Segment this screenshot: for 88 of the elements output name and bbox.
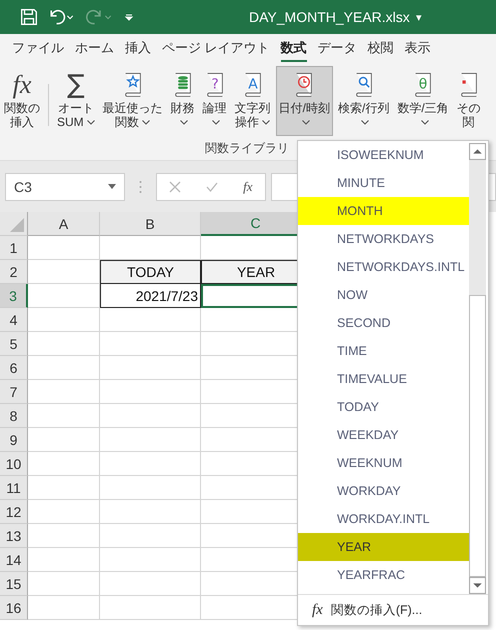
row-header[interactable]: 3: [0, 284, 28, 308]
menu-item[interactable]: TIMEVALUE: [298, 365, 469, 393]
row-header[interactable]: 13: [0, 524, 28, 548]
table-cell: [28, 332, 100, 356]
menu-item[interactable]: WEEKNUM: [298, 449, 469, 477]
scroll-thumb[interactable]: [469, 295, 486, 577]
row-header[interactable]: 8: [0, 404, 28, 428]
save-icon[interactable]: [20, 8, 38, 26]
ribbon-button[interactable]: 検索/行列: [335, 66, 392, 136]
row-header[interactable]: 11: [0, 476, 28, 500]
menu-item[interactable]: MINUTE: [298, 169, 469, 197]
row-header[interactable]: 1: [0, 236, 28, 260]
search-book-icon: [354, 71, 373, 98]
table-cell: [28, 404, 100, 428]
table-cell: TODAY: [100, 260, 201, 284]
caret-icon[interactable]: ▾: [416, 10, 422, 24]
menu-item[interactable]: ISOWEEKNUM: [298, 141, 469, 169]
ribbon-button[interactable]: ∑ オート SUM: [54, 66, 98, 136]
row-header[interactable]: 6: [0, 356, 28, 380]
menu-item[interactable]: WORKDAY.INTL: [298, 505, 469, 533]
table-cell: [28, 500, 100, 524]
scroll-up-icon[interactable]: [469, 143, 486, 160]
table-cell: 2021/7/23: [100, 284, 201, 308]
triangle-icon: [10, 218, 24, 232]
ribbon-button[interactable]: ? 論理: [200, 66, 230, 136]
clock-book-icon: [295, 71, 314, 98]
ribbon-tab[interactable]: 表示: [404, 34, 431, 62]
sigma-icon: ∑: [67, 69, 85, 101]
grip-icon: [139, 180, 142, 194]
table-cell: [28, 452, 100, 476]
book-icon: [460, 71, 478, 98]
table-cell: [28, 524, 100, 548]
scrollbar[interactable]: [469, 143, 486, 594]
ribbon-button[interactable]: 財務: [168, 66, 198, 136]
table-cell: [28, 308, 100, 332]
ribbon-button[interactable]: 日付/時刻: [276, 66, 334, 136]
table-cell: [28, 476, 100, 500]
ribbon-tab[interactable]: 挿入: [125, 34, 151, 62]
row-header[interactable]: 10: [0, 452, 28, 476]
row-header[interactable]: 5: [0, 332, 28, 356]
row-header[interactable]: 16: [0, 596, 28, 620]
menu-item[interactable]: NOW: [298, 281, 469, 309]
table-cell: [28, 572, 100, 596]
insert-function-button[interactable]: fx: [243, 178, 253, 194]
table-cell: [28, 428, 100, 452]
ribbon-tab[interactable]: ファイル: [12, 34, 64, 62]
ribbon-tab[interactable]: データ: [318, 34, 357, 62]
menu-item[interactable]: TODAY: [298, 393, 469, 421]
redo-icon: [86, 8, 114, 26]
menu-item[interactable]: SECOND: [298, 309, 469, 337]
column-header[interactable]: A: [28, 212, 100, 236]
row-header[interactable]: 14: [0, 548, 28, 572]
star-book-icon: [124, 71, 142, 98]
insert-function-item[interactable]: fx 関数の挿入(F)...: [298, 594, 488, 625]
table-cell: [28, 236, 100, 260]
table-cell: [28, 596, 100, 620]
menu-item[interactable]: WEEKDAY: [298, 421, 469, 449]
menu-item[interactable]: YEARFRAC: [298, 561, 469, 589]
menu-item[interactable]: YEAR: [298, 533, 469, 561]
column-header[interactable]: B: [100, 212, 201, 236]
row-header[interactable]: 15: [0, 572, 28, 596]
ribbon-tab[interactable]: ホーム: [75, 34, 114, 62]
ribbon-button[interactable]: その 関: [454, 66, 484, 136]
undo-icon[interactable]: [48, 8, 76, 26]
check-icon[interactable]: [206, 180, 218, 192]
ribbon-tab[interactable]: ページ レイアウト: [162, 34, 270, 62]
table-cell: [28, 356, 100, 380]
row-header[interactable]: 4: [0, 308, 28, 332]
group-label: 関数ライブラリ: [205, 140, 289, 157]
row-header[interactable]: 2: [0, 260, 28, 284]
scroll-down-icon[interactable]: [469, 577, 486, 594]
row-header[interactable]: 7: [0, 380, 28, 404]
table-cell: [28, 548, 100, 572]
menu-item[interactable]: TIME: [298, 337, 469, 365]
row-header[interactable]: 12: [0, 500, 28, 524]
ribbon-button[interactable]: fx 関数の 挿入: [1, 66, 43, 136]
row-header[interactable]: 9: [0, 428, 28, 452]
name-box[interactable]: C3: [5, 172, 125, 200]
window-title: DAY_MONTH_YEAR.xlsx: [249, 9, 410, 25]
table-cell: [28, 380, 100, 404]
ribbon-button[interactable]: 最近使った 関数: [100, 66, 166, 136]
ribbon-tab[interactable]: 校閲: [368, 34, 394, 62]
ribbon-button[interactable]: θ 数学/三角: [394, 66, 452, 136]
ribbon-button[interactable]: A 文字列 操作: [232, 66, 274, 136]
menu-item[interactable]: MONTH: [298, 197, 469, 225]
function-icon: fx: [12, 69, 32, 101]
menu-item[interactable]: WORKDAY: [298, 477, 469, 505]
database-book-icon: [174, 71, 192, 98]
